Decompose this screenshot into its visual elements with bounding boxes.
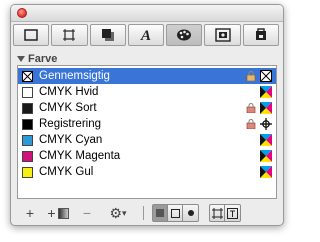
actions-menu-button[interactable]: ⚙ ▾	[101, 203, 135, 223]
add-color-button[interactable]: +	[17, 203, 43, 223]
tab-colors[interactable]	[166, 24, 203, 46]
registration-mark-icon	[260, 118, 272, 130]
fill-mode-segmented-control	[152, 204, 199, 222]
title-bar	[11, 5, 283, 22]
filled-square-icon	[156, 209, 164, 217]
text-t-icon	[227, 207, 238, 219]
color-label: CMYK Magenta	[39, 150, 121, 162]
color-swatch	[22, 150, 33, 162]
italic-a-icon: A	[140, 28, 151, 43]
circle-icon	[187, 210, 194, 216]
tab-character[interactable]: A	[127, 24, 165, 46]
no-color-swatch	[22, 70, 33, 82]
text-target-button[interactable]	[225, 205, 240, 221]
cmyk-model-icon	[260, 134, 272, 146]
outline-square-icon	[170, 208, 180, 218]
disclosure-triangle-icon[interactable]	[17, 56, 25, 62]
lock-placeholder	[246, 167, 256, 177]
frame-icon	[211, 207, 223, 219]
palette-icon	[177, 29, 192, 41]
color-label: CMYK Sort	[39, 102, 97, 114]
tab-lock[interactable]	[242, 24, 279, 46]
image-frame-icon	[214, 28, 231, 42]
color-swatch	[22, 102, 33, 114]
shadow-icon	[101, 29, 114, 41]
minus-icon: −	[82, 205, 92, 221]
fill-solid-button[interactable]	[153, 205, 168, 221]
color-label: CMYK Gul	[39, 166, 94, 178]
tab-box[interactable]	[51, 24, 88, 46]
svg-text:A: A	[140, 28, 151, 43]
cmyk-model-icon	[260, 86, 272, 98]
chevron-down-icon: ▾	[122, 207, 127, 218]
color-swatch	[22, 166, 33, 178]
cmyk-model-icon	[260, 150, 272, 162]
section-header-farve[interactable]: Farve	[17, 53, 57, 65]
lock-placeholder	[246, 87, 256, 97]
lock-placeholder	[246, 135, 256, 145]
panel-toolbar: A	[13, 24, 279, 48]
divider	[143, 206, 144, 220]
tab-image[interactable]	[204, 24, 241, 46]
gradient-swatch-icon	[57, 207, 69, 219]
list-item[interactable]: Registrering	[18, 116, 276, 132]
lock-icon	[255, 28, 266, 40]
tab-shadow[interactable]	[89, 24, 126, 46]
lock-placeholder	[246, 151, 256, 161]
none-model-icon	[260, 70, 272, 82]
color-label: CMYK Cyan	[39, 134, 103, 146]
list-item[interactable]: CMYK Sort	[18, 100, 276, 116]
bottom-toolbar: + + − ⚙ ▾	[11, 201, 283, 225]
fill-radial-button[interactable]	[183, 205, 198, 221]
list-item[interactable]: CMYK Hvid	[18, 84, 276, 100]
list-item[interactable]: Gennemsigtig	[18, 68, 276, 84]
tab-frame[interactable]	[13, 24, 50, 46]
gear-icon: ⚙	[109, 204, 123, 221]
lock-icon	[246, 103, 256, 113]
list-item[interactable]: CMYK Magenta	[18, 148, 276, 164]
color-label: Gennemsigtig	[39, 70, 110, 82]
color-swatch	[22, 118, 33, 130]
cmyk-model-icon	[260, 102, 272, 114]
target-segmented-control	[209, 204, 241, 222]
list-item[interactable]: CMYK Gul	[18, 164, 276, 180]
add-gradient-button[interactable]: +	[43, 203, 73, 223]
close-button[interactable]	[17, 8, 27, 18]
fill-outline-button[interactable]	[168, 205, 183, 221]
color-label: CMYK Hvid	[39, 86, 99, 98]
color-swatch	[22, 86, 33, 98]
cmyk-model-icon	[260, 166, 272, 178]
color-list[interactable]: Gennemsigtig CMYK Hvid CMYK Sort Registr…	[17, 65, 277, 199]
section-title: Farve	[28, 53, 58, 65]
lock-icon	[246, 71, 256, 81]
color-panel: A Farve Gennemsigtig CMYK Hvid CMYK Sort…	[10, 4, 284, 226]
list-item[interactable]: CMYK Cyan	[18, 132, 276, 148]
plus-icon: +	[47, 205, 56, 221]
rectangle-icon	[24, 29, 38, 41]
color-swatch	[22, 134, 33, 146]
color-label: Registrering	[39, 118, 101, 130]
frame-target-button[interactable]	[210, 205, 225, 221]
remove-color-button[interactable]: −	[73, 203, 101, 223]
box-icon	[63, 29, 76, 41]
lock-icon	[246, 119, 256, 129]
plus-icon: +	[25, 205, 35, 221]
